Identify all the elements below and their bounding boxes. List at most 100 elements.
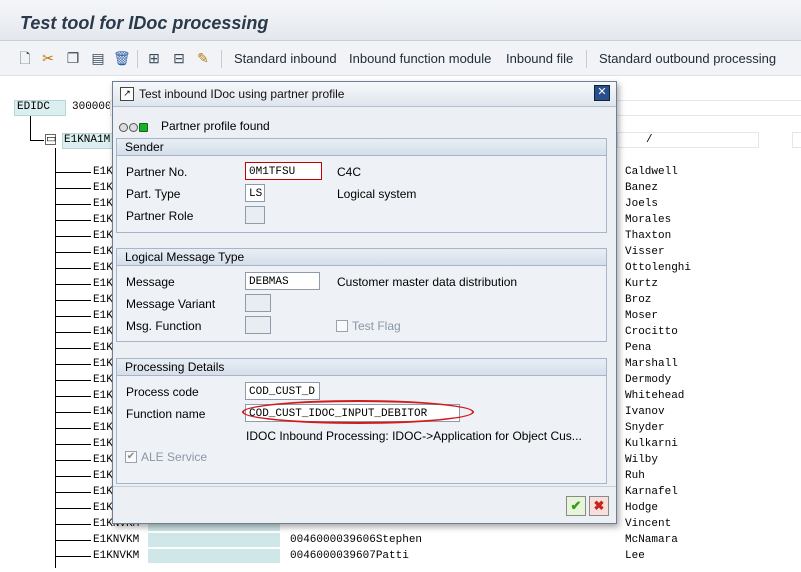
standard-outbound-processing-button[interactable]: Standard outbound processing	[599, 51, 776, 66]
segment-label[interactable]: E1K	[93, 326, 113, 338]
process-code-input[interactable]: COD_CUST_D	[245, 382, 320, 400]
tree-line	[55, 316, 91, 317]
control-record-value: 300000	[72, 101, 112, 113]
customer-name: Thaxton	[625, 230, 672, 242]
tree-line	[55, 348, 91, 349]
inbound-file-button[interactable]: Inbound file	[506, 51, 573, 66]
processing-details-group-title: Processing Details	[117, 359, 606, 376]
segment-label[interactable]: E1K	[93, 422, 113, 434]
segment-label[interactable]: E1K	[93, 166, 113, 178]
partner-no-input[interactable]: 0M1TFSU	[245, 162, 322, 180]
partner-no-label: Partner No.	[126, 165, 188, 179]
tree-line	[55, 284, 91, 285]
customer-name: Whitehead	[625, 390, 685, 402]
paste-icon[interactable]: ▤	[90, 50, 106, 66]
segment-edit-icon[interactable]: ✎	[195, 50, 211, 66]
tree-line	[55, 300, 91, 301]
segment-data: 0046000039607Patti	[290, 550, 409, 562]
tree-line	[30, 140, 44, 141]
traffic-light-icon	[119, 120, 149, 134]
cancel-x-icon[interactable]: ✖	[589, 496, 609, 516]
segment-label[interactable]: E1K	[93, 230, 113, 242]
tree-line	[55, 556, 91, 557]
msg-function-input[interactable]	[245, 316, 271, 334]
customer-name: Ruh	[625, 470, 645, 482]
segment-label[interactable]: E1K	[93, 342, 113, 354]
msg-function-label: Msg. Function	[126, 319, 202, 333]
segment-label[interactable]: E1K	[93, 294, 113, 306]
tree-collapse-icon[interactable]: ⊟	[171, 50, 187, 66]
segment-label[interactable]: E1K	[93, 454, 113, 466]
customer-name: Joels	[625, 198, 659, 210]
segment-label[interactable]: E1K	[93, 390, 113, 402]
message-variant-label: Message Variant	[126, 297, 216, 311]
test-flag-checkbox[interactable]: Test Flag	[336, 319, 401, 333]
tree-line	[55, 204, 91, 205]
segment-label[interactable]: E1K	[93, 214, 113, 226]
tree-line	[55, 252, 91, 253]
message-description: Customer master data distribution	[337, 275, 518, 289]
sender-group-title: Sender	[117, 139, 606, 156]
delete-icon[interactable]: 🗑	[113, 50, 131, 66]
toolbar: 🗋 ✂ ❐ ▤ 🗑 ⊞ ⊟ ✎ Standard inbound Inbound…	[0, 41, 801, 76]
tree-line	[55, 428, 91, 429]
part-type-input[interactable]: LS	[245, 184, 265, 202]
new-page-icon[interactable]: 🗋	[17, 50, 33, 66]
segment-label[interactable]: E1K	[93, 438, 113, 450]
control-record-label: EDIDC	[17, 101, 51, 113]
standard-inbound-button[interactable]: Standard inbound	[234, 51, 337, 66]
confirm-check-icon[interactable]: ✔	[566, 496, 586, 516]
segment-label[interactable]: E1K	[93, 502, 113, 514]
partner-role-input[interactable]	[245, 206, 265, 224]
segment-label[interactable]: E1K	[93, 406, 113, 418]
tree-line	[55, 332, 91, 333]
part-type-description: Logical system	[337, 187, 417, 201]
tree-line	[55, 492, 91, 493]
tree-line	[55, 364, 91, 365]
segment-label[interactable]: E1K	[93, 278, 113, 290]
segment-label[interactable]: E1K	[93, 374, 113, 386]
message-label: Message	[126, 275, 175, 289]
customer-name: Hodge	[625, 502, 659, 514]
customer-name: Visser	[625, 246, 665, 258]
part-type-label: Part. Type	[126, 187, 181, 201]
tree-line	[55, 268, 91, 269]
customer-name: Morales	[625, 214, 672, 226]
ale-service-label: ALE Service	[141, 450, 208, 464]
customer-name: Vincent	[625, 518, 672, 530]
customer-name: Marshall	[625, 358, 678, 370]
segment-label[interactable]: E1K	[93, 486, 113, 498]
segment-label[interactable]: E1K	[93, 310, 113, 322]
customer-name: Moser	[625, 310, 659, 322]
tree-line	[55, 540, 91, 541]
ale-service-checkbox[interactable]: ✔ ALE Service	[125, 450, 207, 464]
dialog-header: ↗ Test inbound IDoc using partner profil…	[113, 82, 616, 107]
toolbar-separator	[586, 50, 587, 68]
cut-icon[interactable]: ✂	[40, 50, 56, 66]
tree-line	[55, 412, 91, 413]
segment-label[interactable]: E1K	[93, 470, 113, 482]
inbound-function-module-button[interactable]: Inbound function module	[349, 51, 491, 66]
segment-label[interactable]: E1K	[93, 262, 113, 274]
tree-expand-icon[interactable]: ⊞	[146, 50, 162, 66]
customer-name: Ottolenghi	[625, 262, 692, 274]
message-variant-input[interactable]	[245, 294, 271, 312]
customer-name: Kurtz	[625, 278, 659, 290]
segment-label[interactable]: E1KNVKM	[93, 534, 139, 546]
root-segment-label: E1KNA1M	[64, 134, 111, 146]
tree-line	[55, 148, 56, 568]
segment-label[interactable]: E1K	[93, 198, 113, 210]
tree-line	[55, 380, 91, 381]
segment-label[interactable]: E1K	[93, 182, 113, 194]
segment-label[interactable]: E1KNVKM	[93, 550, 139, 562]
segment-label[interactable]: E1K	[93, 358, 113, 370]
dialog-title: Test inbound IDoc using partner profile	[139, 87, 345, 101]
toolbar-separator	[221, 50, 222, 68]
folder-icon[interactable]: ▭	[45, 134, 56, 145]
close-icon[interactable]: ✕	[594, 85, 610, 101]
segment-label[interactable]: E1K	[93, 246, 113, 258]
dialog-window-icon: ↗	[120, 87, 134, 101]
message-input[interactable]: DEBMAS	[245, 272, 320, 290]
copy-icon[interactable]: ❐	[65, 50, 81, 66]
root-segment-slash: /	[646, 134, 653, 146]
